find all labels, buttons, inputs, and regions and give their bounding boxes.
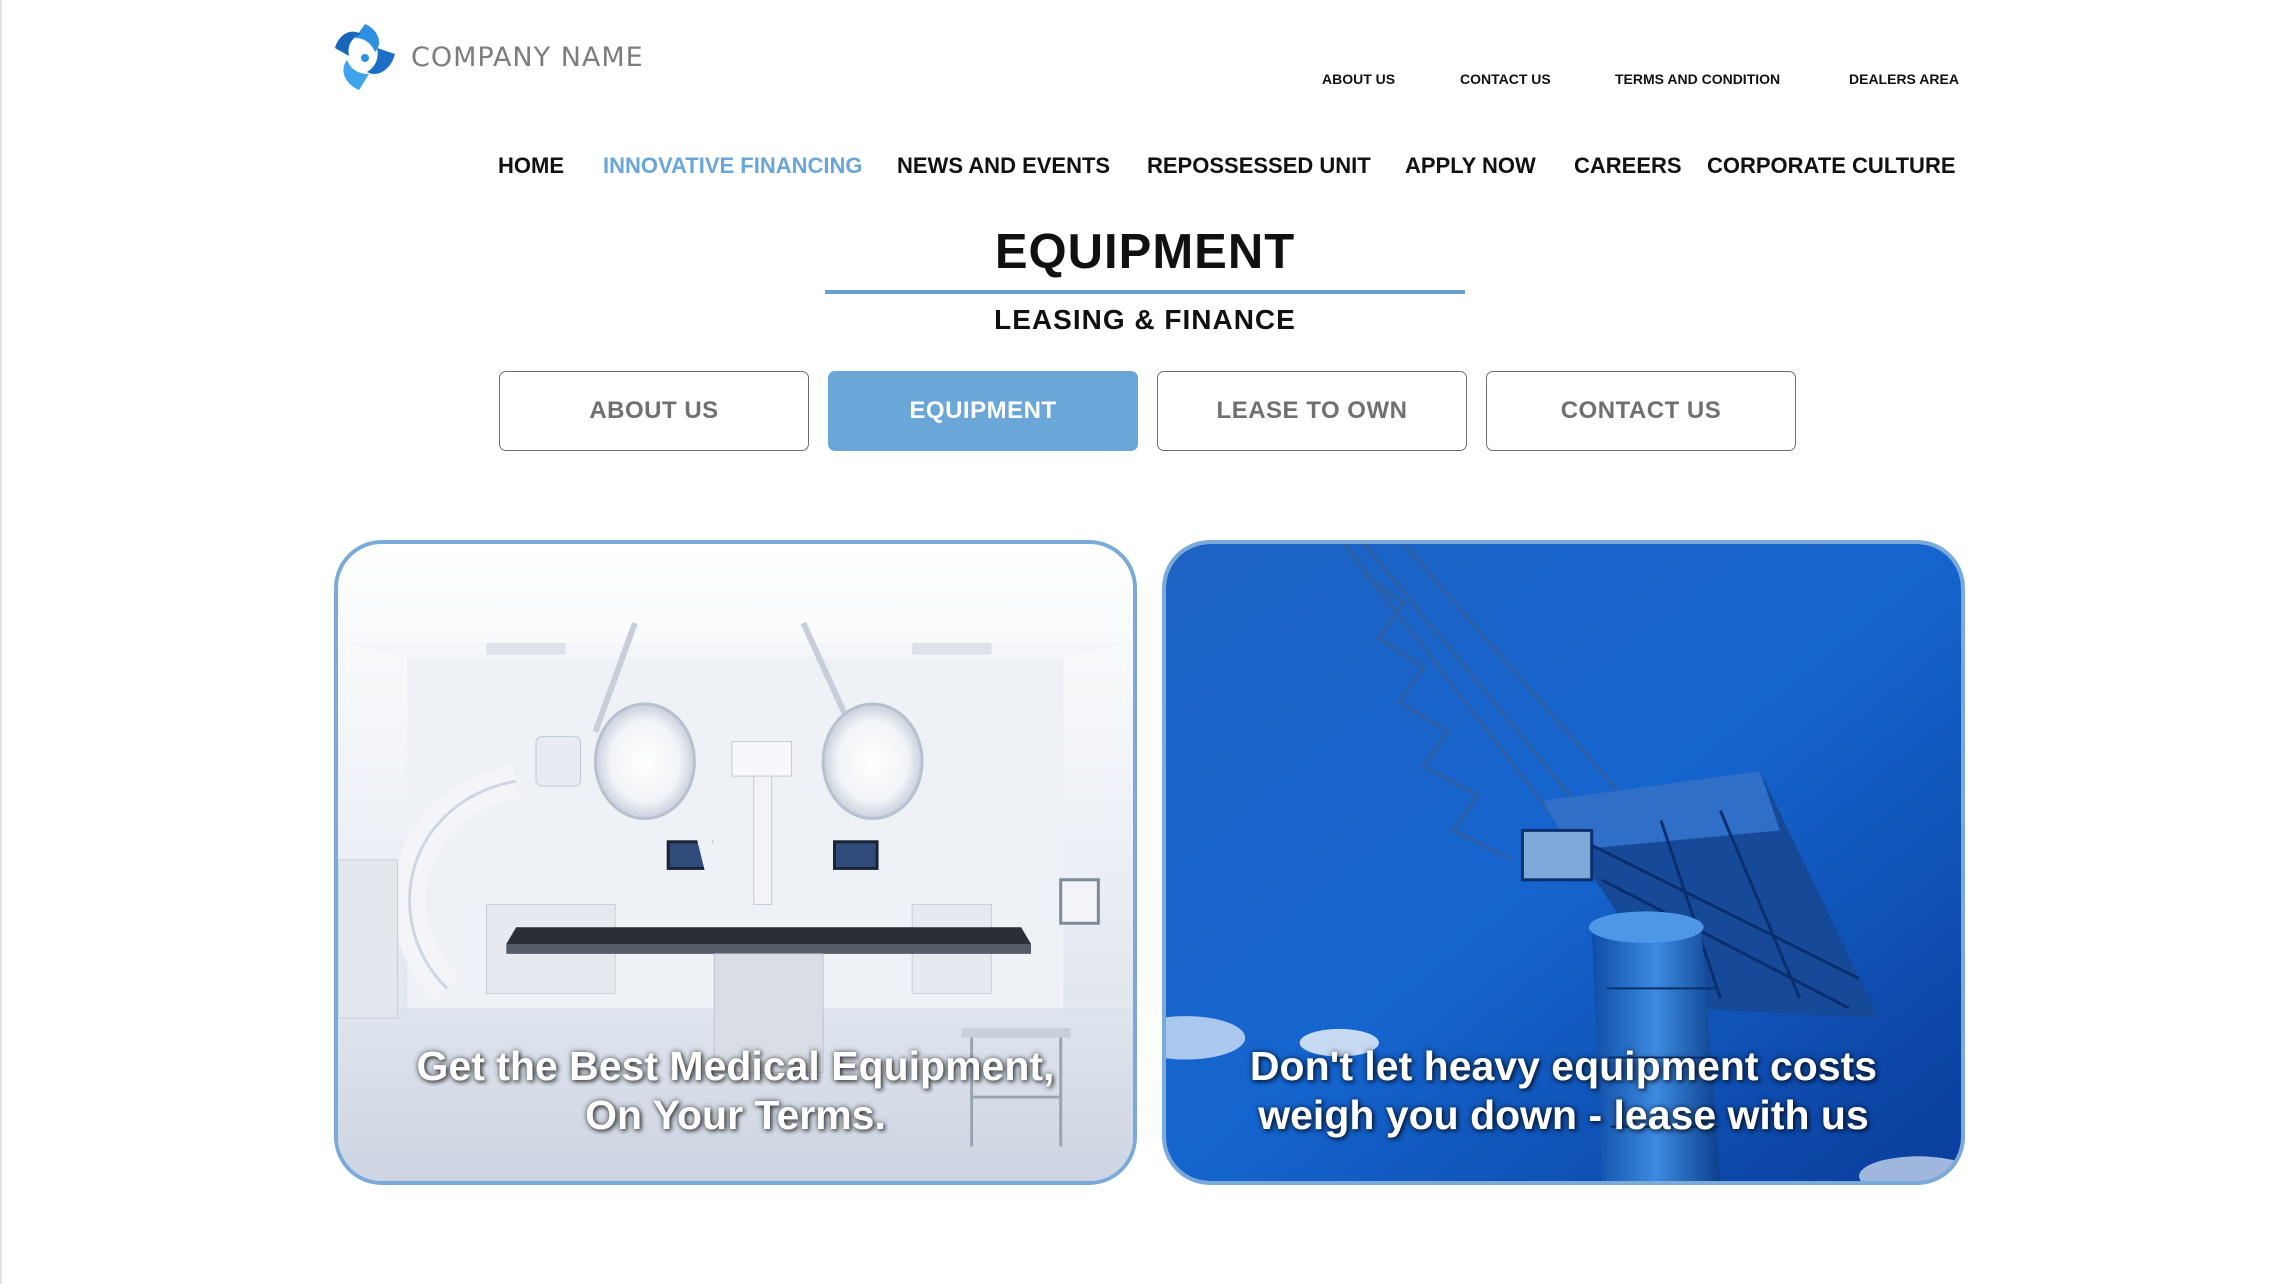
page-title: EQUIPMENT bbox=[994, 225, 1296, 279]
title-underline bbox=[825, 290, 1465, 294]
heavy-equipment-card[interactable]: Don't let heavy equipment costs weigh yo… bbox=[1162, 540, 1965, 1185]
page-subtitle: LEASING & FINANCE bbox=[994, 304, 1296, 335]
tab-about-us[interactable]: ABOUT US bbox=[499, 371, 809, 451]
main-nav-innovative-financing[interactable]: INNOVATIVE FINANCING bbox=[603, 153, 863, 179]
main-nav-news-and-events[interactable]: NEWS AND EVENTS bbox=[897, 153, 1110, 179]
page-left-border bbox=[0, 0, 2, 1284]
main-nav-apply-now[interactable]: APPLY NOW bbox=[1405, 153, 1536, 179]
medical-caption-line-1: Get the Best Medical Equipment, bbox=[416, 1043, 1055, 1090]
main-nav-repossessed-unit[interactable]: REPOSSESSED UNIT bbox=[1147, 153, 1371, 179]
medical-caption-line-2: On Your Terms. bbox=[585, 1091, 886, 1138]
medical-card-caption: Get the Best Medical Equipment, On Your … bbox=[338, 1042, 1133, 1139]
heavy-caption-line-2: weigh you down - lease with us bbox=[1258, 1091, 1869, 1138]
top-nav-contact-us[interactable]: CONTACT US bbox=[1460, 71, 1551, 87]
top-nav-dealers-area[interactable]: DEALERS AREA bbox=[1849, 71, 1959, 87]
tab-lease-to-own[interactable]: LEASE TO OWN bbox=[1157, 371, 1467, 451]
medical-equipment-card[interactable]: Get the Best Medical Equipment, On Your … bbox=[334, 540, 1137, 1185]
top-nav-terms-and-condition[interactable]: TERMS AND CONDITION bbox=[1615, 71, 1780, 87]
top-utility-nav: ABOUT US CONTACT US TERMS AND CONDITION … bbox=[0, 71, 2285, 91]
top-nav-about-us[interactable]: ABOUT US bbox=[1322, 71, 1395, 87]
tab-equipment[interactable]: EQUIPMENT bbox=[828, 371, 1138, 451]
main-nav-corporate-culture[interactable]: CORPORATE CULTURE bbox=[1707, 153, 1956, 179]
tab-contact-us[interactable]: CONTACT US bbox=[1486, 371, 1796, 451]
main-nav: HOME INNOVATIVE FINANCING NEWS AND EVENT… bbox=[0, 153, 2285, 183]
heavy-caption-line-1: Don't let heavy equipment costs bbox=[1249, 1043, 1878, 1090]
main-nav-careers[interactable]: CAREERS bbox=[1574, 153, 1682, 179]
main-nav-home[interactable]: HOME bbox=[498, 153, 564, 179]
heavy-equipment-card-caption: Don't let heavy equipment costs weigh yo… bbox=[1166, 1042, 1961, 1139]
company-name: COMPANY NAME bbox=[411, 41, 644, 73]
page-heading: EQUIPMENT LEASING & FINANCE bbox=[820, 228, 1470, 336]
